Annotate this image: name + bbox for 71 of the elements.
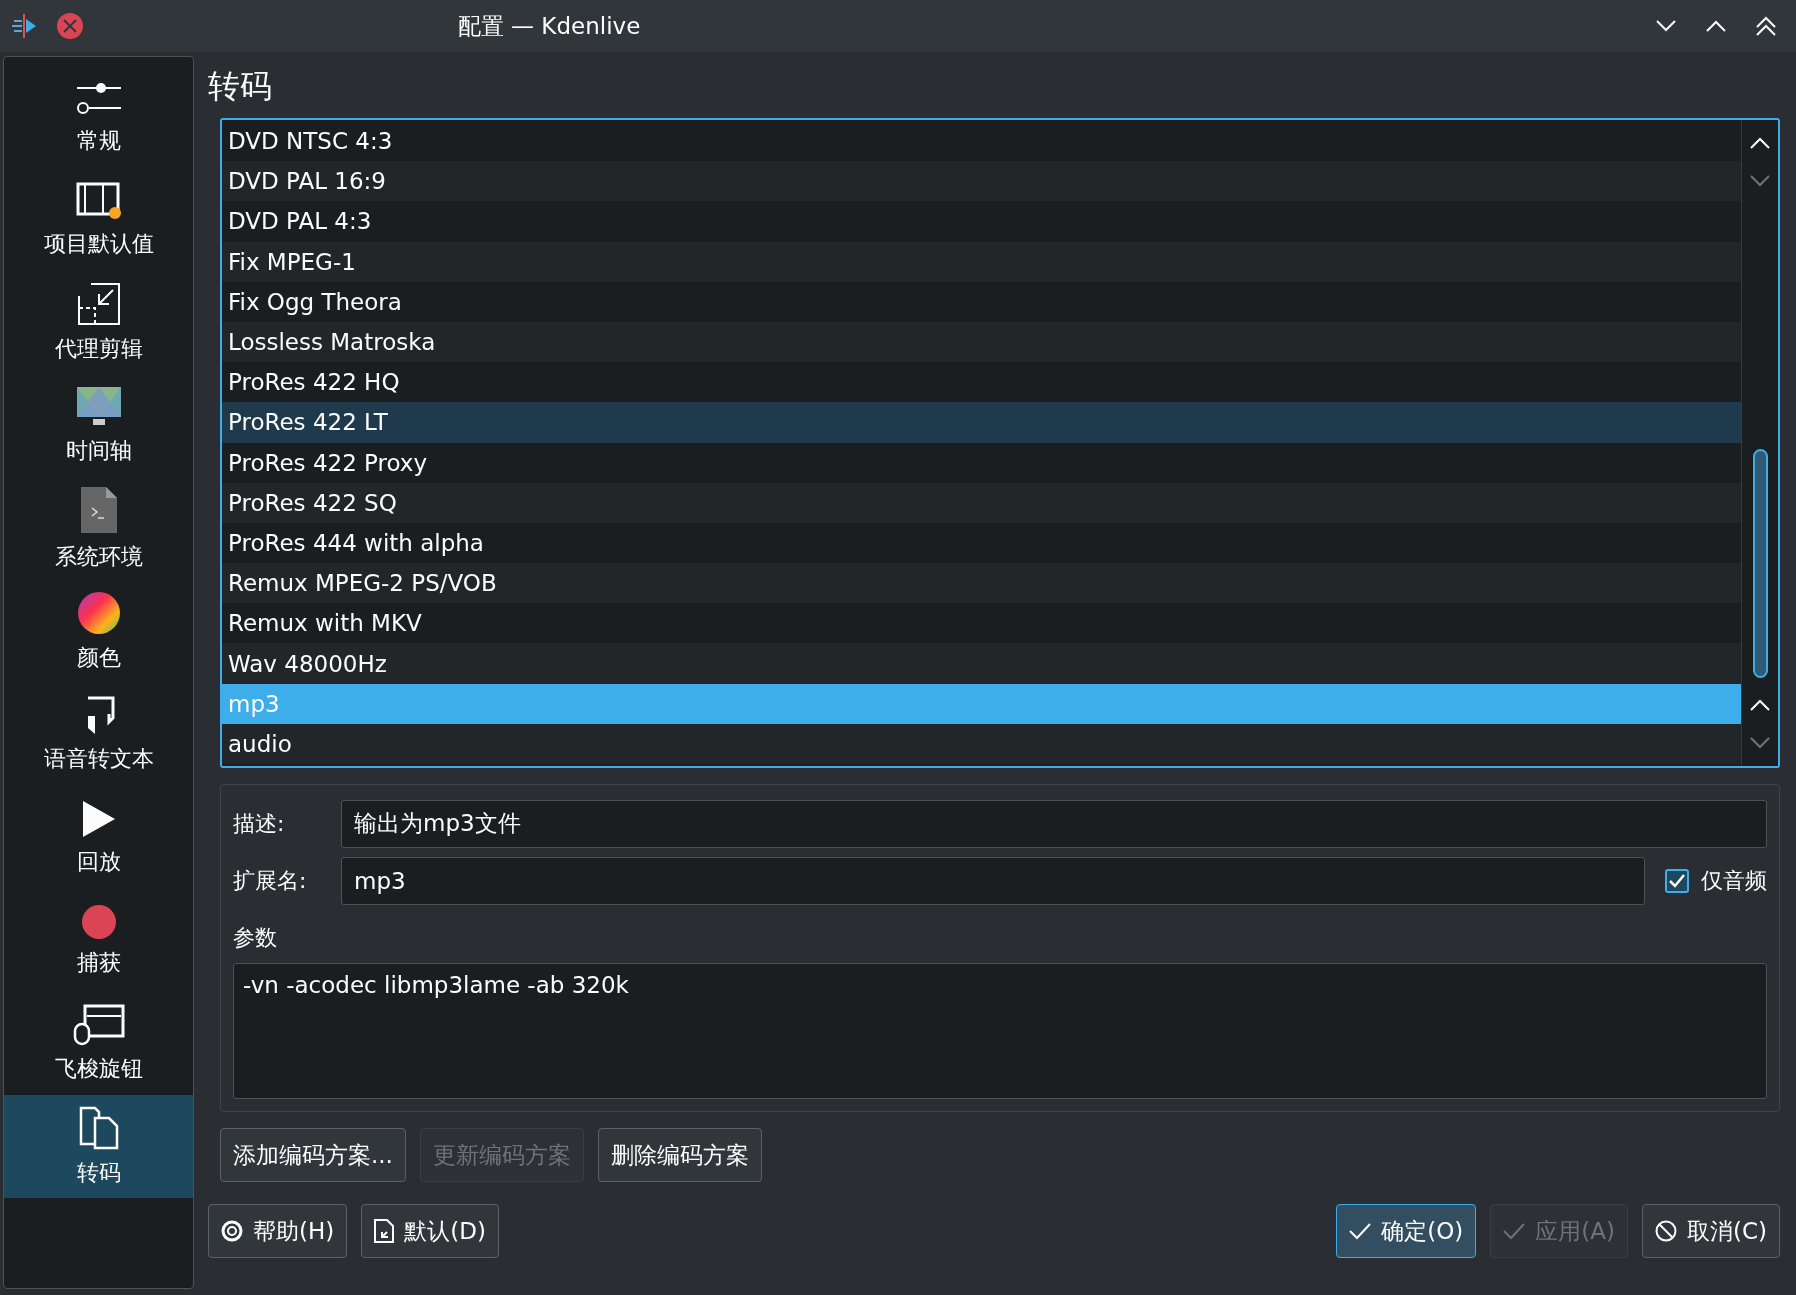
checkmark-icon — [1349, 1222, 1372, 1240]
profile-row[interactable]: DVD PAL 16:9 — [222, 161, 1741, 202]
dialog-button[interactable]: 默认(D) — [361, 1204, 499, 1258]
sidebar-item-label: 项目默认值 — [43, 229, 154, 258]
profile-button[interactable]: 删除编码方案 — [597, 1128, 762, 1182]
sidebar-item-label: 常规 — [76, 126, 121, 155]
page-heading: 转码 — [208, 66, 273, 107]
profile-row[interactable]: Wav 48000Hz — [222, 643, 1741, 684]
dialog-button[interactable]: 确定(O) — [1336, 1204, 1477, 1258]
cancel-icon — [1655, 1220, 1677, 1242]
sidebar-item[interactable]: 颜色 — [4, 580, 193, 683]
audio-only-label: 仅音频 — [1701, 866, 1767, 895]
sidebar-item[interactable]: 语音转文本 — [4, 683, 193, 786]
sidebar-item-label: 回放 — [76, 847, 121, 876]
document-revert-icon — [374, 1219, 395, 1243]
scroll-up-icon — [1750, 699, 1770, 711]
resize-icon — [76, 281, 121, 326]
description-field[interactable]: 输出为mp3文件 — [341, 799, 1767, 848]
app-logo-icon — [12, 13, 38, 39]
sidebar-item[interactable]: 常规 — [4, 65, 193, 168]
dialog-button[interactable]: 取消(C) — [1642, 1204, 1780, 1258]
lifebuoy-icon — [221, 1220, 243, 1242]
play-icon — [80, 798, 117, 839]
chevron-up-icon — [1706, 20, 1726, 32]
scroll-up-icon — [1750, 137, 1770, 149]
sidebar-item[interactable]: 时间轴 — [4, 374, 193, 477]
close-icon — [56, 12, 84, 40]
sidebar-item[interactable]: 飞梭旋钮 — [4, 992, 193, 1095]
sidebar-item-label: 颜色 — [76, 643, 121, 672]
checkmark-icon — [1503, 1222, 1526, 1240]
window-title: 配置 — Kdenlive — [456, 11, 642, 41]
description-label: 描述: — [233, 809, 286, 838]
sidebar-item[interactable]: 项目默认值 — [4, 168, 193, 271]
profile-row[interactable]: Fix MPEG-1 — [222, 241, 1741, 282]
sidebar-item-label: 系统环境 — [54, 542, 143, 571]
sidebar-item-label: 时间轴 — [65, 436, 132, 465]
scrollbar[interactable] — [1741, 120, 1778, 766]
film-icon — [74, 180, 123, 221]
chevron-down-icon — [1656, 20, 1676, 32]
sidebar-item-label: 转码 — [76, 1158, 121, 1187]
sidebar-item-label: 捕获 — [76, 948, 121, 977]
sidebar-item[interactable]: 转码 — [4, 1095, 193, 1198]
record-icon — [80, 903, 117, 940]
sidebar-item-label: 语音转文本 — [43, 744, 154, 773]
sidebar-item[interactable]: 系统环境 — [4, 477, 193, 580]
dialog-button[interactable]: 帮助(H) — [208, 1204, 348, 1258]
profile-row[interactable]: ProRes 422 LT — [222, 402, 1741, 443]
params-field[interactable]: -vn -acodec libmp3lame -ab 320k — [233, 963, 1767, 1099]
sidebar-item-label: 代理剪辑 — [54, 334, 143, 363]
double-chevron-up-icon — [1756, 16, 1776, 36]
profile-button[interactable]: 添加编码方案... — [220, 1128, 406, 1182]
mouse-panel-icon — [72, 1003, 125, 1046]
extension-label: 扩展名: — [233, 866, 308, 895]
profile-row[interactable]: audio — [222, 723, 1741, 764]
documents-icon — [78, 1105, 119, 1150]
audio-only-checkbox[interactable] — [1665, 868, 1689, 893]
params-label: 参数 — [233, 924, 278, 952]
extension-field[interactable]: mp3 — [341, 856, 1645, 905]
profile-row[interactable]: Remux MPEG-2 PS/VOB — [222, 563, 1741, 604]
sidebar-item-label: 飞梭旋钮 — [54, 1054, 143, 1083]
scroll-down-icon — [1750, 737, 1770, 749]
color-wheel-icon — [76, 590, 121, 635]
scrollbar-thumb[interactable] — [1752, 449, 1768, 678]
sidebar-item[interactable]: 回放 — [4, 786, 193, 889]
profile-row[interactable]: Lossless Matroska — [222, 321, 1741, 363]
sidebar-item[interactable]: 捕获 — [4, 889, 193, 992]
monitor-icon — [75, 385, 122, 428]
terminal-file-icon — [79, 485, 118, 534]
profile-row[interactable]: ProRes 422 SQ — [222, 482, 1741, 523]
scroll-down-icon — [1750, 175, 1770, 187]
sidebar-item[interactable]: 代理剪辑 — [4, 271, 193, 374]
